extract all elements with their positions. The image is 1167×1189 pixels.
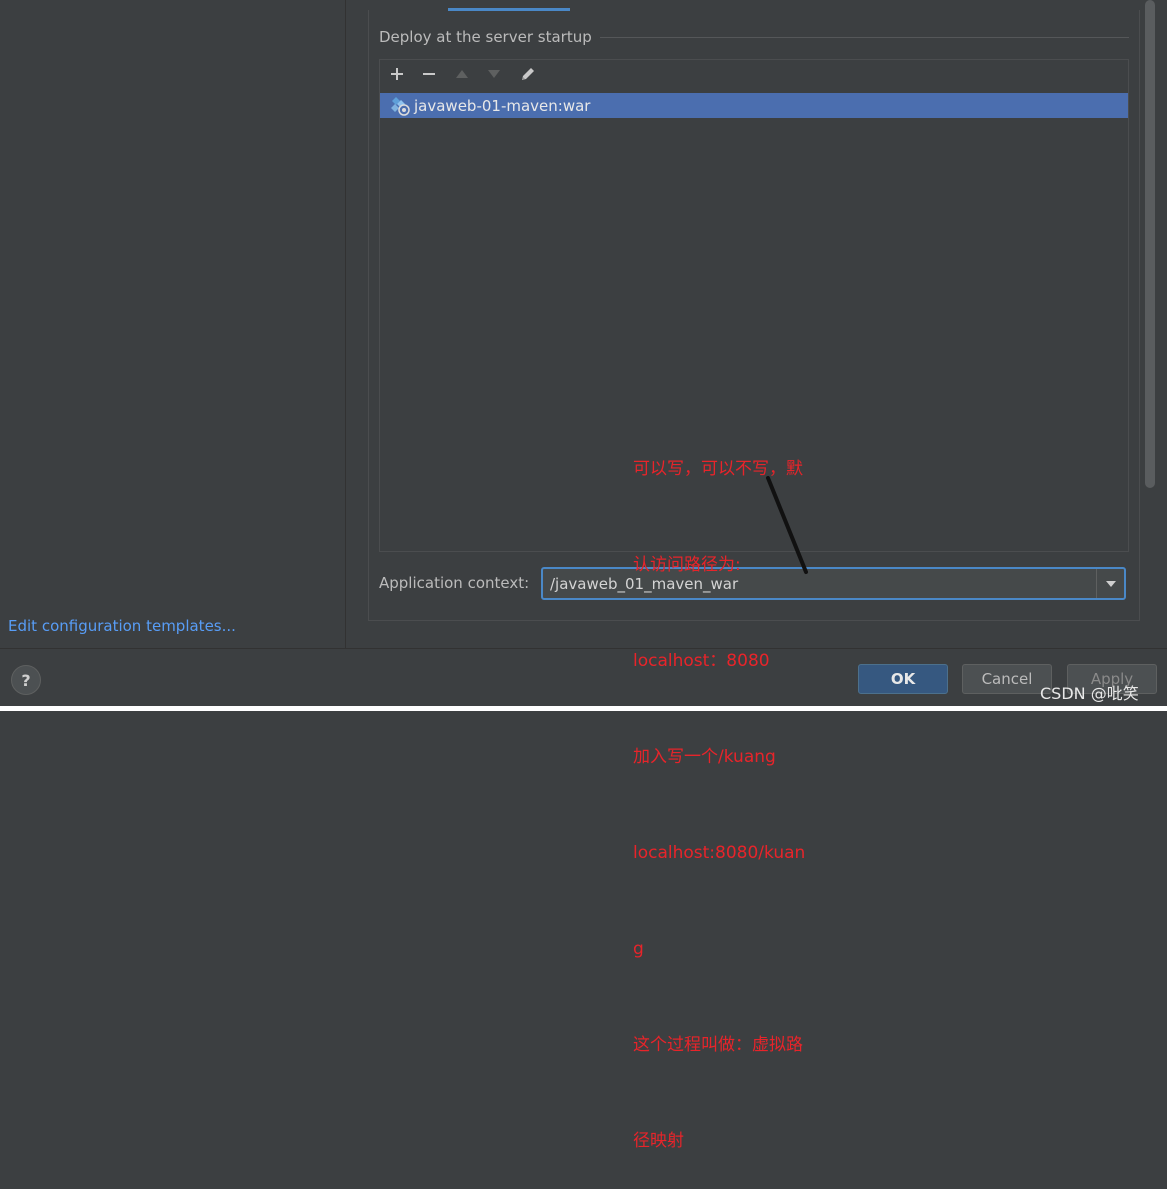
chevron-down-icon[interactable] [1096, 569, 1125, 598]
annotation-line: 加入写一个/kuang [633, 747, 776, 767]
edit-configuration-templates-link[interactable]: Edit configuration templates... [8, 617, 236, 635]
plus-icon[interactable] [386, 63, 408, 85]
move-up-icon [451, 63, 473, 85]
application-context-label: Application context: [379, 574, 530, 592]
minus-icon[interactable] [418, 63, 440, 85]
cancel-button[interactable]: Cancel [962, 664, 1052, 694]
edit-pencil-icon[interactable] [517, 63, 539, 85]
header-separator [590, 37, 1129, 38]
help-button[interactable]: ? [11, 665, 41, 695]
artifact-label: javaweb-01-maven:war [414, 97, 591, 115]
annotation-line: localhost：8080 [633, 651, 770, 671]
left-pane [0, 0, 346, 648]
artifact-war-icon [390, 96, 410, 116]
annotation-line: localhost:8080/kuan [633, 843, 806, 863]
ok-button[interactable]: OK [858, 664, 948, 694]
move-down-icon [483, 63, 505, 85]
annotation-line: 这个过程叫做：虚拟路 [633, 1035, 803, 1055]
bottom-edge-strip [0, 706, 1167, 711]
list-toolbar [380, 60, 1128, 90]
annotation-line: 径映射 [633, 1131, 684, 1151]
annotation-pointer-line [766, 476, 808, 574]
csdn-watermark: CSDN @吡笑 [1040, 684, 1139, 703]
vertical-scrollbar[interactable] [1145, 0, 1155, 488]
annotation-line: g [633, 939, 644, 959]
deploy-section-header: Deploy at the server startup [379, 28, 600, 46]
